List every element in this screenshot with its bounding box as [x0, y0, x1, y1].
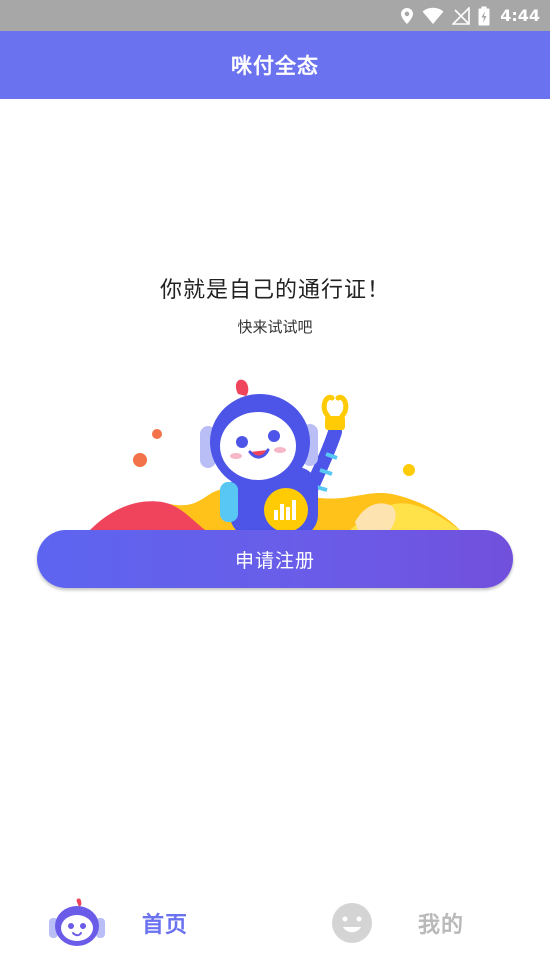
app-title: 咪付全态	[231, 54, 319, 78]
status-icons: 4:44	[400, 0, 540, 31]
dot-small	[152, 429, 162, 439]
dot-orange	[133, 453, 147, 467]
dot-yellow	[403, 464, 415, 476]
robot-head-icon	[49, 897, 105, 946]
robot-waving-illustration	[90, 379, 460, 532]
smiley-face-icon	[332, 902, 372, 943]
robot-antenna	[235, 379, 249, 396]
tab-mine-label: 我的	[418, 912, 465, 938]
register-button[interactable]: 申请注册	[37, 530, 513, 588]
robot-claw	[321, 394, 349, 419]
status-bar: 4:44	[0, 0, 550, 31]
tab-home[interactable]: 首页	[48, 880, 188, 965]
robot-face	[220, 412, 296, 480]
headline: 你就是自己的通行证！	[159, 278, 390, 303]
subline: 快来试试吧	[237, 318, 313, 336]
tab-mine[interactable]: 我的	[330, 880, 464, 965]
status-time: 4:44	[500, 6, 540, 25]
app-header: 咪付全态	[0, 31, 550, 99]
no-signal-icon	[452, 6, 471, 25]
tab-bar: 首页 我的	[0, 880, 550, 979]
wifi-icon	[422, 7, 444, 24]
location-icon	[401, 7, 414, 24]
tab-home-label: 首页	[142, 912, 189, 938]
battery-charging-icon	[478, 6, 490, 25]
